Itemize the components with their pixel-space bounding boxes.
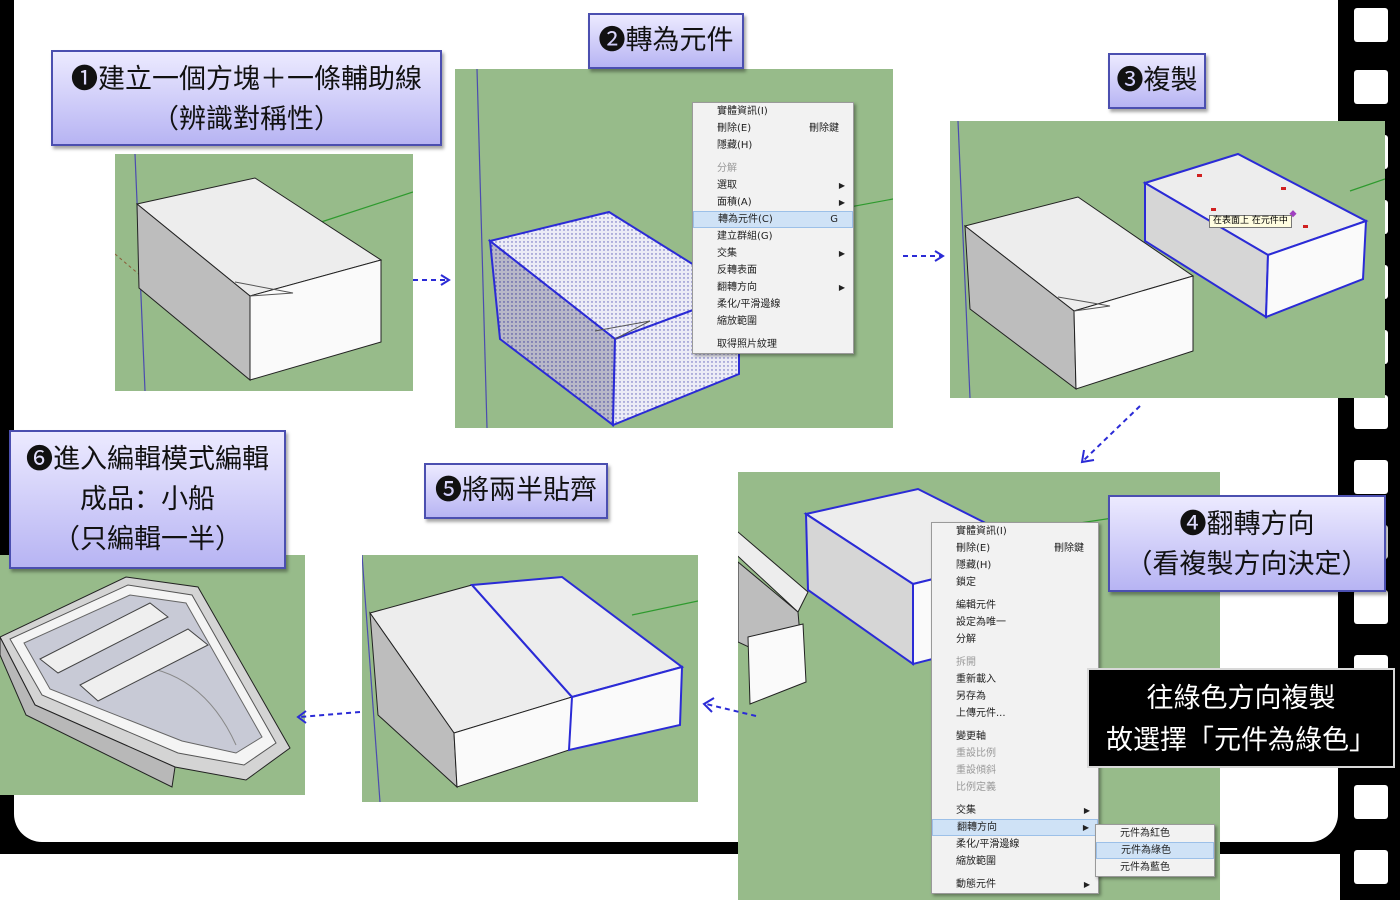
menu-item[interactable]: 上傳元件... (932, 705, 1098, 722)
menu-item[interactable]: 隱藏(H) (693, 137, 853, 154)
menu-item[interactable]: 取得照片紋理 (693, 336, 853, 353)
step4-title: ❹翻轉方向 (1179, 509, 1315, 540)
submenu-arrow-icon: ▶ (838, 181, 845, 190)
step5-title: ❺將兩半貼齊 (435, 475, 597, 506)
step1-title: ❶建立一個方塊＋一條輔助線 (71, 64, 422, 95)
menu-item[interactable]: 選取 ▶ (693, 177, 853, 194)
menu-item-flip-along[interactable]: 翻轉方向 ▶ (932, 819, 1098, 836)
menu-item[interactable]: 變更軸 (932, 728, 1098, 745)
shortcut-label: G (830, 214, 838, 225)
menu-item-component-red[interactable]: 元件為紅色 (1096, 825, 1214, 842)
menu-item[interactable]: 動態元件 ▶ (932, 876, 1098, 893)
menu-item: 重設傾斜 (956, 765, 996, 776)
step6-title: ❻進入編輯模式編輯 (26, 444, 269, 475)
step1-label: ❶建立一個方塊＋一條輔助線 （辨識對稱性） (51, 50, 442, 146)
aligned-halves-drawing (362, 555, 698, 802)
context-menu-flip[interactable]: 實體資訊(I) 刪除(E) 刪除鍵 隱藏(H) 鎖定 編輯元件 設定為唯一 分解 … (931, 522, 1099, 894)
menu-item[interactable]: 面積(A) ▶ (693, 194, 853, 211)
menu-item[interactable]: 交集 ▶ (693, 245, 853, 262)
step4-label: ❹翻轉方向 （看複製方向決定） (1108, 495, 1386, 592)
flow-arrow-5-6 (296, 710, 361, 724)
step6-label: ❻進入編輯模式編輯 成品：小船 （只編輯一半） (9, 430, 286, 569)
menu-item-component-green[interactable]: 元件為綠色 (1096, 842, 1214, 859)
flow-arrow-1-2 (413, 274, 451, 286)
film-hole (1354, 850, 1388, 884)
step4-subtitle: （看複製方向決定） (1125, 549, 1369, 580)
note-line2: 故選擇「元件為綠色」 (1106, 725, 1376, 756)
film-hole (1354, 395, 1388, 429)
boat-drawing (0, 576, 291, 788)
submenu-arrow-icon: ▶ (1082, 823, 1089, 832)
menu-item[interactable]: 鎖定 (932, 574, 1098, 591)
inference-tooltip: 在表面上 在元件中 (1209, 215, 1292, 228)
submenu-flip-direction[interactable]: 元件為紅色 元件為綠色 元件為藍色 (1095, 824, 1215, 877)
menu-item-convert-to-component[interactable]: 轉為元件(C) G (693, 211, 853, 228)
film-hole (1354, 70, 1388, 104)
submenu-arrow-icon: ▶ (838, 249, 845, 258)
menu-item[interactable]: 隱藏(H) (932, 557, 1098, 574)
step5-label: ❺將兩半貼齊 (424, 463, 608, 519)
menu-item[interactable]: 交集 ▶ (932, 802, 1098, 819)
box-drawing (115, 154, 413, 391)
flow-arrow-2-3 (903, 250, 945, 262)
submenu-arrow-icon: ▶ (1083, 806, 1090, 815)
menu-item[interactable]: 另存為 (932, 688, 1098, 705)
menu-item-component-blue[interactable]: 元件為藍色 (1096, 859, 1214, 876)
step2-label: ❷轉為元件 (588, 13, 744, 69)
menu-item[interactable]: 柔化/平滑邊線 (932, 836, 1098, 853)
green-direction-note: 往綠色方向複製 故選擇「元件為綠色」 (1087, 668, 1395, 768)
menu-item: 比例定義 (956, 782, 996, 793)
menu-item[interactable]: 翻轉方向 ▶ (693, 279, 853, 296)
film-hole (1354, 590, 1388, 624)
menu-item[interactable]: 縮放範圍 (693, 313, 853, 330)
submenu-arrow-icon: ▶ (838, 198, 845, 207)
menu-item[interactable]: 編輯元件 (932, 597, 1098, 614)
menu-item[interactable]: 重新載入 (932, 671, 1098, 688)
menu-item[interactable]: 刪除(E) 刪除鍵 (693, 120, 853, 137)
film-hole (1354, 460, 1388, 494)
menu-item[interactable]: 建立群組(G) (693, 228, 853, 245)
copy-drawing (957, 121, 1385, 398)
step1-subtitle: （辨識對稱性） (152, 104, 341, 135)
menu-item[interactable]: 柔化/平滑邊線 (693, 296, 853, 313)
menu-item[interactable]: 刪除(E) 刪除鍵 (932, 540, 1098, 557)
menu-item: 重設比例 (956, 748, 996, 759)
menu-item: 分解 (717, 163, 737, 174)
shortcut-label: 刪除鍵 (809, 123, 839, 134)
menu-item: 拆開 (956, 657, 976, 668)
submenu-arrow-icon: ▶ (1083, 880, 1090, 889)
flow-arrow-3-4 (1080, 405, 1141, 464)
film-hole (1354, 8, 1388, 42)
menu-item[interactable]: 實體資訊(I) (932, 523, 1098, 540)
viewport-step5[interactable] (362, 555, 698, 802)
menu-item[interactable]: 分解 (932, 631, 1098, 648)
viewport-step1[interactable] (115, 154, 413, 391)
submenu-arrow-icon: ▶ (838, 283, 845, 292)
step3-title: ❸複製 (1116, 65, 1198, 96)
note-line1: 往綠色方向複製 (1146, 683, 1336, 714)
menu-item[interactable]: 反轉表面 (693, 262, 853, 279)
menu-item[interactable]: 縮放範圍 (932, 853, 1098, 870)
shortcut-label: 刪除鍵 (1054, 543, 1084, 554)
menu-item[interactable]: 實體資訊(I) (693, 103, 853, 120)
step3-label: ❸複製 (1108, 53, 1206, 109)
viewport-step6[interactable] (0, 555, 305, 795)
flow-arrow-4-5 (702, 697, 757, 717)
step6-result: 成品：小船 (80, 484, 215, 515)
menu-item[interactable]: 設定為唯一 (932, 614, 1098, 631)
step6-subtitle: （只編輯一半） (53, 524, 242, 555)
film-hole (1354, 785, 1388, 819)
context-menu-convert[interactable]: 實體資訊(I) 刪除(E) 刪除鍵 隱藏(H) 分解 選取 ▶ 面積(A) ▶ 轉為元… (692, 102, 854, 354)
step2-title: ❷轉為元件 (598, 25, 734, 56)
viewport-step3[interactable] (950, 121, 1385, 398)
